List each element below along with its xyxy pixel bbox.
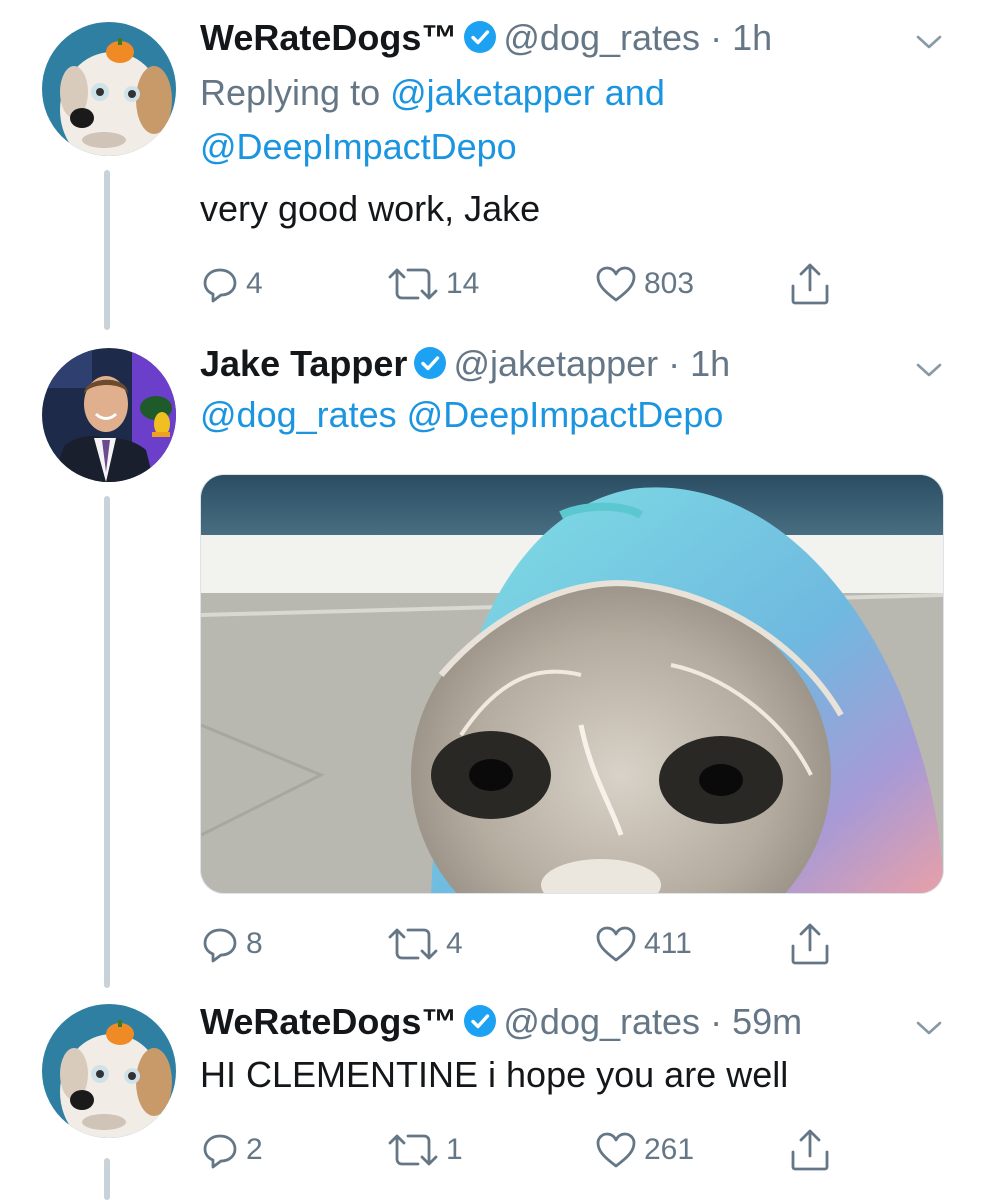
retweet-icon [388,268,438,300]
retweet-button[interactable]: 1 [386,1126,463,1174]
like-icon [596,1132,636,1168]
like-count: 803 [644,267,695,300]
tweet-3[interactable]: WeRateDogs™ @dog_rates · 59m HI CLEMENTIN… [0,988,984,1200]
reply-icon [203,1134,237,1169]
share-icon [791,1129,829,1171]
separator: · [700,1001,733,1042]
thread-line [104,496,110,988]
tweet-actions: 2 1 261 [200,1126,840,1174]
avatar-weratedogs[interactable] [42,1004,176,1138]
reply-button[interactable]: 4 [200,260,263,308]
like-count: 411 [644,927,692,960]
share-button[interactable] [788,1126,832,1174]
thread-line [104,170,110,330]
handle[interactable]: @jaketapper [453,343,658,384]
retweet-count: 1 [446,1133,463,1166]
like-button[interactable]: 803 [594,260,694,308]
share-icon [791,263,829,305]
avatar-weratedogs[interactable] [42,22,176,156]
reply-count: 4 [246,267,263,300]
tweet-actions: 8 4 411 [200,920,840,968]
display-name[interactable]: WeRateDogs™ [200,17,457,58]
tweet-text: very good work, Jake [200,188,541,229]
tweet-image[interactable] [200,474,944,894]
tweet-2[interactable]: Jake Tapper @jaketapper · 1h @dog_rates @… [0,340,984,988]
avatar-jaketapper[interactable] [42,348,176,482]
reply-count: 2 [246,1133,263,1166]
reply-icon [203,928,237,963]
mention-jaketapper[interactable]: @jaketapper [390,72,595,113]
verified-badge-icon [463,1004,497,1048]
tweet-mentions[interactable]: @dog_rates @DeepImpactDepo [200,392,924,438]
retweet-count: 14 [446,267,480,300]
verified-badge-icon [413,346,447,390]
tweet-actions: 4 14 803 [200,260,840,308]
retweet-icon [388,928,438,960]
retweet-button[interactable]: 14 [386,260,479,308]
reply-count: 8 [246,927,263,960]
timestamp[interactable]: 59m [732,1001,802,1042]
like-icon [596,266,636,302]
replying-prefix: Replying to [200,72,391,113]
tweet-header: WeRateDogs™ @dog_rates · 1h [200,16,894,64]
replying-and: and [594,72,665,113]
reply-button[interactable]: 2 [200,1126,263,1174]
reply-button[interactable]: 8 [200,920,263,968]
tweet-header: WeRateDogs™ @dog_rates · 59m [200,1000,894,1048]
replying-to: Replying to @jaketapper and @DeepImpactD… [200,66,924,174]
handle[interactable]: @dog_rates [503,1001,700,1042]
retweet-button[interactable]: 4 [386,920,463,968]
share-button[interactable] [788,260,832,308]
tweet-1[interactable]: WeRateDogs™ @dog_rates · 1h Replying to @… [0,0,984,340]
handle[interactable]: @dog_rates [503,17,700,58]
retweet-icon [388,1134,438,1166]
like-button[interactable]: 411 [594,920,692,968]
chevron-down-icon[interactable] [914,360,944,380]
mention-deepimpactdepo[interactable]: @DeepImpactDepo [200,126,517,167]
verified-badge-icon [463,20,497,64]
tweet-header: Jake Tapper @jaketapper · 1h [200,342,894,390]
display-name[interactable]: Jake Tapper [200,343,407,384]
reply-icon [203,268,237,303]
separator: · [700,17,733,58]
tweet-text: HI CLEMENTINE i hope you are well [200,1054,789,1095]
timestamp[interactable]: 1h [690,343,730,384]
retweet-count: 4 [446,927,463,960]
share-button[interactable] [788,920,832,968]
chevron-down-icon[interactable] [914,32,944,52]
separator: · [658,343,691,384]
thread-line [104,1158,110,1200]
timestamp[interactable]: 1h [732,17,772,58]
like-icon [596,926,636,962]
chevron-down-icon[interactable] [914,1018,944,1038]
share-icon [791,923,829,965]
like-button[interactable]: 261 [594,1126,694,1174]
like-count: 261 [644,1133,695,1166]
display-name[interactable]: WeRateDogs™ [200,1001,457,1042]
